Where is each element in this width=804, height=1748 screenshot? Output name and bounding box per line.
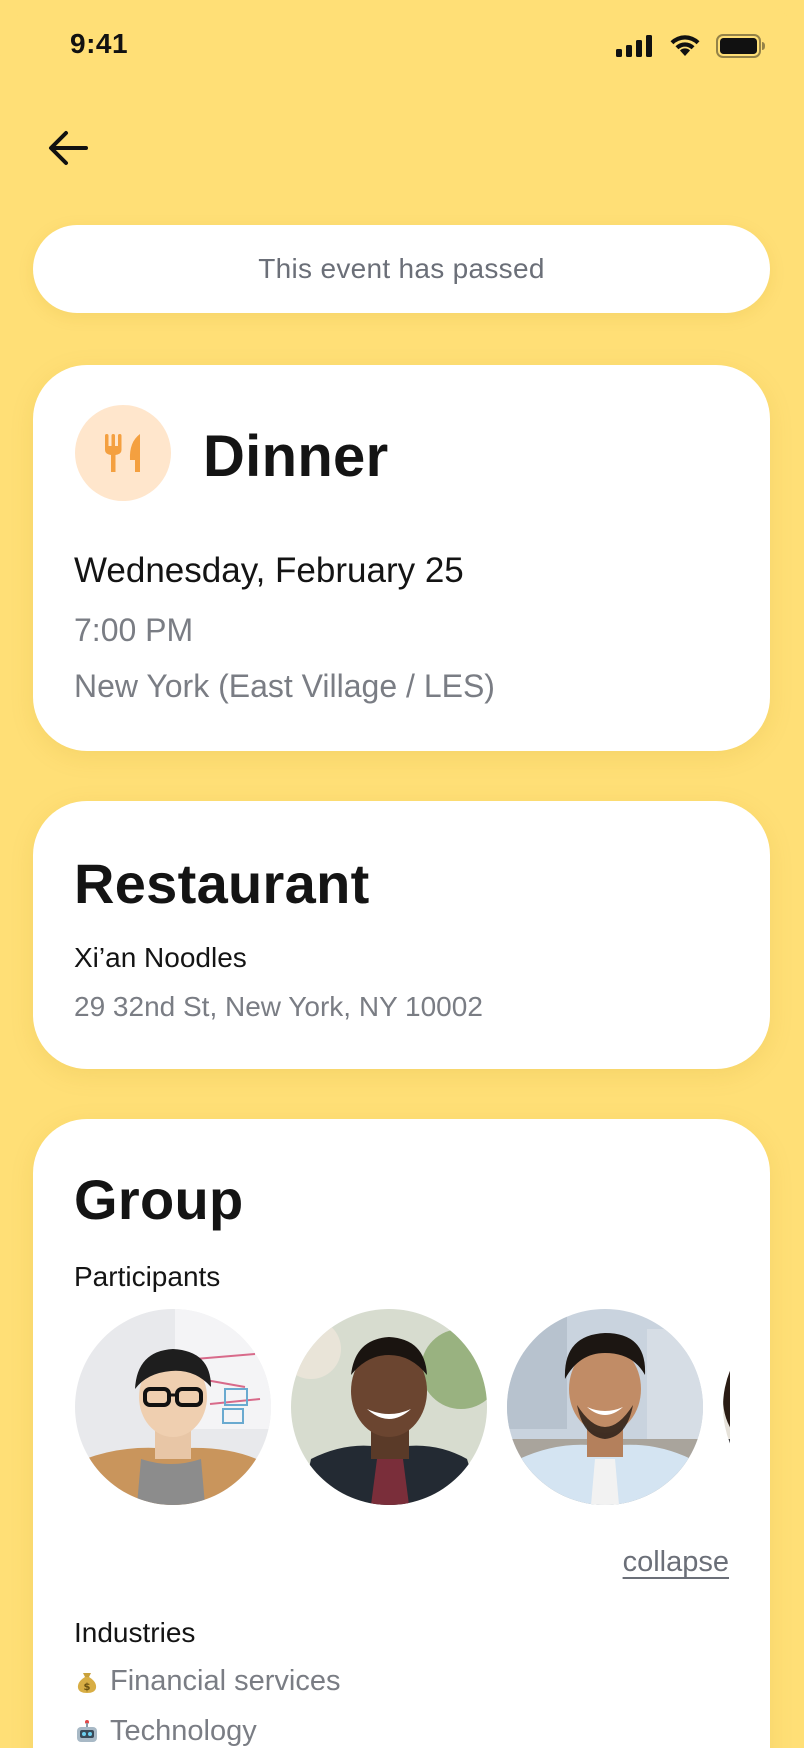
- industry-label: Financial services: [110, 1665, 341, 1697]
- arrow-left-icon: [49, 131, 88, 165]
- event-passed-banner: This event has passed: [33, 225, 770, 313]
- participants-carousel[interactable]: [75, 1309, 730, 1509]
- participant-avatar[interactable]: [507, 1309, 703, 1505]
- banner-text: This event has passed: [258, 253, 545, 284]
- participants-label: Participants: [74, 1261, 221, 1292]
- restaurant-address[interactable]: 29 32nd St, New York, NY 10002: [74, 991, 483, 1023]
- industry-item: $ Financial services: [74, 1665, 340, 1698]
- screen: 9:41 This event has passed Dinner Wednes…: [0, 0, 804, 1748]
- participant-avatar[interactable]: [291, 1309, 487, 1505]
- event-time: 7:00 PM: [74, 612, 194, 648]
- cellular-signal-icon: [616, 35, 652, 57]
- group-section-title: Group: [74, 1168, 244, 1231]
- restaurant-card: Restaurant Xi’an Noodles 29 32nd St, New…: [33, 801, 770, 1069]
- event-location: New York (East Village / LES): [74, 668, 495, 704]
- wifi-icon: [670, 35, 700, 56]
- event-card: Dinner Wednesday, February 25 7:00 PM Ne…: [33, 365, 770, 751]
- battery-icon: [716, 34, 765, 58]
- participant-avatar[interactable]: [75, 1309, 271, 1505]
- robot-icon: [74, 1719, 100, 1745]
- industry-label: Technology: [110, 1715, 257, 1747]
- status-bar: 9:41: [0, 0, 804, 96]
- participant-avatar[interactable]: [723, 1309, 730, 1505]
- event-date: Wednesday, February 25: [74, 551, 464, 590]
- event-title: Dinner: [203, 424, 389, 489]
- group-card: Group Participants collapse Industries $…: [33, 1119, 770, 1748]
- status-time: 9:41: [70, 28, 129, 59]
- restaurant-name: Xi’an Noodles: [74, 942, 247, 973]
- status-icons: [616, 34, 766, 58]
- industry-item: Technology: [74, 1715, 257, 1748]
- svg-text:$: $: [84, 1682, 91, 1693]
- event-icon-badge: [75, 405, 171, 501]
- back-button[interactable]: [40, 120, 96, 176]
- industries-label: Industries: [74, 1617, 196, 1648]
- money-bag-icon: $: [74, 1669, 100, 1695]
- fork-knife-icon: [105, 434, 140, 472]
- collapse-link[interactable]: collapse: [623, 1546, 729, 1579]
- restaurant-section-title: Restaurant: [74, 852, 370, 915]
